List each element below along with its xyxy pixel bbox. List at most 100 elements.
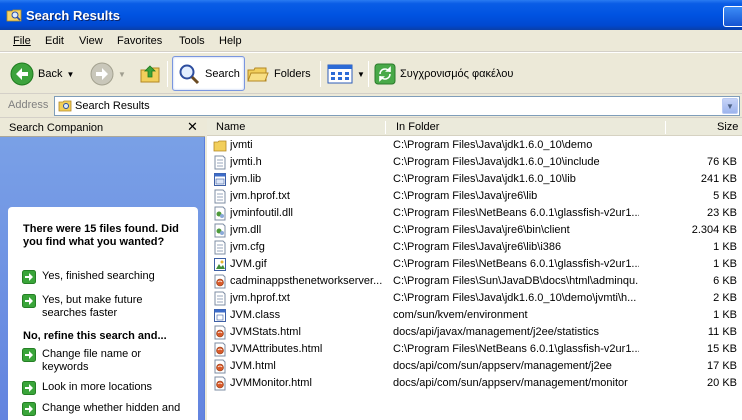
- column-divider[interactable]: [385, 121, 386, 134]
- file-size: 15 KB: [707, 343, 737, 355]
- file-row[interactable]: jvm.dll C:\Program Files\Java\jre6\bin\cl…: [207, 222, 742, 239]
- file-row[interactable]: jvm.cfg C:\Program Files\Java\jre6\lib\i3…: [207, 239, 742, 256]
- dll-file-icon: [214, 223, 226, 238]
- file-row[interactable]: JVMMonitor.html docs/api/com/sun/appserv/…: [207, 375, 742, 392]
- file-folder: C:\Program Files\NetBeans 6.0.1\glassfis…: [393, 207, 639, 219]
- file-row[interactable]: JVM.gif C:\Program Files\NetBeans 6.0.1\g…: [207, 256, 742, 273]
- file-size: 5 KB: [713, 190, 737, 202]
- address-input[interactable]: Search Results ▼: [54, 96, 740, 116]
- column-name[interactable]: Name: [216, 121, 245, 133]
- toolbar-separator: [320, 61, 321, 87]
- folders-button[interactable]: Folders: [246, 58, 311, 90]
- forward-button[interactable]: ▼: [90, 58, 126, 90]
- back-button[interactable]: Back ▼: [10, 58, 74, 90]
- sync-folder-button[interactable]: Συγχρονισμός φακέλου: [374, 58, 513, 90]
- search-results-panel: There were 15 files found. Did you find …: [8, 207, 198, 420]
- make-searches-faster-link[interactable]: Yes, but make future searches faster: [22, 294, 182, 320]
- file-name: jvm.cfg: [230, 241, 265, 253]
- green-arrow-icon: [22, 381, 36, 395]
- up-folder-icon: [140, 65, 160, 83]
- views-dropdown-icon[interactable]: ▼: [357, 70, 365, 79]
- more-locations-link[interactable]: Look in more locations: [22, 381, 152, 395]
- file-row[interactable]: JVM.class com/sun/kvem/environment 1 KB: [207, 307, 742, 324]
- green-arrow-icon: [22, 270, 36, 284]
- file-row[interactable]: jvm.lib C:\Program Files\Java\jdk1.6.0_10…: [207, 171, 742, 188]
- file-folder: docs/api/javax/management/j2ee/statistic…: [393, 326, 600, 338]
- option-label: Change file name or keywords: [42, 348, 142, 373]
- search-icon: [179, 64, 200, 84]
- option-label: Change whether hidden and: [42, 402, 181, 414]
- file-name: jvminfoutil.dll: [230, 207, 293, 219]
- green-arrow-icon: [22, 294, 36, 308]
- file-size: 20 KB: [707, 377, 737, 389]
- file-folder: docs/api/com/sun/appserv/management/moni…: [393, 377, 628, 389]
- file-folder: C:\Program Files\Java\jre6\lib: [393, 190, 538, 202]
- menu-file[interactable]: File: [13, 35, 31, 47]
- file-size: 6 KB: [713, 275, 737, 287]
- toolbar-separator: [368, 61, 369, 87]
- file-row[interactable]: jvmti.h C:\Program Files\Java\jdk1.6.0_10…: [207, 154, 742, 171]
- search-button[interactable]: Search: [172, 56, 245, 91]
- views-icon: [327, 64, 353, 84]
- address-bar: Address Search Results ▼: [0, 94, 742, 118]
- up-folder-button[interactable]: [138, 58, 162, 90]
- change-file-name-link[interactable]: Change file name or keywords: [22, 348, 177, 374]
- menu-favorites[interactable]: Favorites: [117, 35, 162, 47]
- file-folder: C:\Program Files\Java\jdk1.6.0_10\demo: [393, 139, 593, 151]
- change-hidden-link[interactable]: Change whether hidden and: [22, 402, 197, 416]
- text-file-icon: [214, 155, 226, 170]
- file-size: 76 KB: [707, 156, 737, 168]
- file-size: 11 KB: [707, 326, 737, 338]
- file-name: jvmti.h: [230, 156, 262, 168]
- file-row[interactable]: cadminappsthenetworkserver... C:\Program …: [207, 273, 742, 290]
- toolbar: Back ▼ ▼ Search Folders ▼ Συγχρονισμός φ…: [0, 52, 742, 94]
- menu-help[interactable]: Help: [219, 35, 242, 47]
- menu-tools[interactable]: Tools: [179, 35, 205, 47]
- lib-file-icon: [214, 173, 226, 186]
- option-label: Yes, but make future searches faster: [42, 294, 143, 319]
- folder-icon: [213, 140, 227, 152]
- file-name: JVM.class: [230, 309, 281, 321]
- menu-view[interactable]: View: [79, 35, 103, 47]
- file-folder: C:\Program Files\Java\jdk1.6.0_10\lib: [393, 173, 576, 185]
- menu-edit[interactable]: Edit: [45, 35, 64, 47]
- file-name: JVM.gif: [230, 258, 267, 270]
- search-window-icon: [6, 9, 22, 22]
- results-found-text: There were 15 files found. Did you find …: [23, 223, 179, 248]
- option-label: Look in more locations: [42, 381, 153, 393]
- title-bar[interactable]: Search Results: [0, 0, 742, 30]
- file-row[interactable]: jvmti C:\Program Files\Java\jdk1.6.0_10\d…: [207, 137, 742, 154]
- column-divider[interactable]: [665, 121, 666, 134]
- finished-searching-link[interactable]: Yes, finished searching: [22, 270, 155, 284]
- file-size: 1 KB: [713, 309, 737, 321]
- forward-dropdown-icon[interactable]: ▼: [118, 70, 126, 79]
- companion-title: Search Companion: [9, 122, 104, 134]
- back-dropdown-icon[interactable]: ▼: [66, 70, 74, 79]
- file-row[interactable]: jvm.hprof.txt C:\Program Files\Java\jre6\…: [207, 188, 742, 205]
- green-arrow-icon: [22, 348, 36, 362]
- file-list: Name In Folder Size jvmti C:\Program File…: [207, 119, 742, 420]
- file-folder: C:\Program Files\Java\jre6\lib\i386: [393, 241, 562, 253]
- file-name: JVMAttributes.html: [230, 343, 323, 355]
- dll-file-icon: [214, 206, 226, 221]
- html-file-icon: [214, 359, 226, 374]
- folders-icon: [247, 67, 269, 82]
- file-row[interactable]: JVMStats.html docs/api/javax/management/j…: [207, 324, 742, 341]
- file-row[interactable]: jvm.hprof.txt C:\Program Files\Java\jdk1.…: [207, 290, 742, 307]
- file-row[interactable]: JVM.html docs/api/com/sun/appserv/managem…: [207, 358, 742, 375]
- address-dropdown-button[interactable]: ▼: [722, 98, 738, 114]
- column-size[interactable]: Size: [717, 121, 738, 133]
- search-companion-pane: Search Companion ✕ There were 15 files f…: [0, 119, 205, 420]
- column-in-folder[interactable]: In Folder: [396, 121, 439, 133]
- window-control-button[interactable]: [723, 6, 742, 27]
- sync-icon: [374, 63, 396, 85]
- companion-header: Search Companion ✕: [0, 119, 205, 137]
- green-arrow-icon: [22, 402, 36, 416]
- text-file-icon: [214, 240, 226, 255]
- file-row[interactable]: JVMAttributes.html C:\Program Files\NetBe…: [207, 341, 742, 358]
- file-name: jvmti: [230, 139, 253, 151]
- close-icon[interactable]: ✕: [187, 119, 198, 135]
- file-folder: com/sun/kvem/environment: [393, 309, 528, 321]
- file-row[interactable]: jvminfoutil.dll C:\Program Files\NetBeans…: [207, 205, 742, 222]
- views-button[interactable]: ▼: [327, 58, 365, 90]
